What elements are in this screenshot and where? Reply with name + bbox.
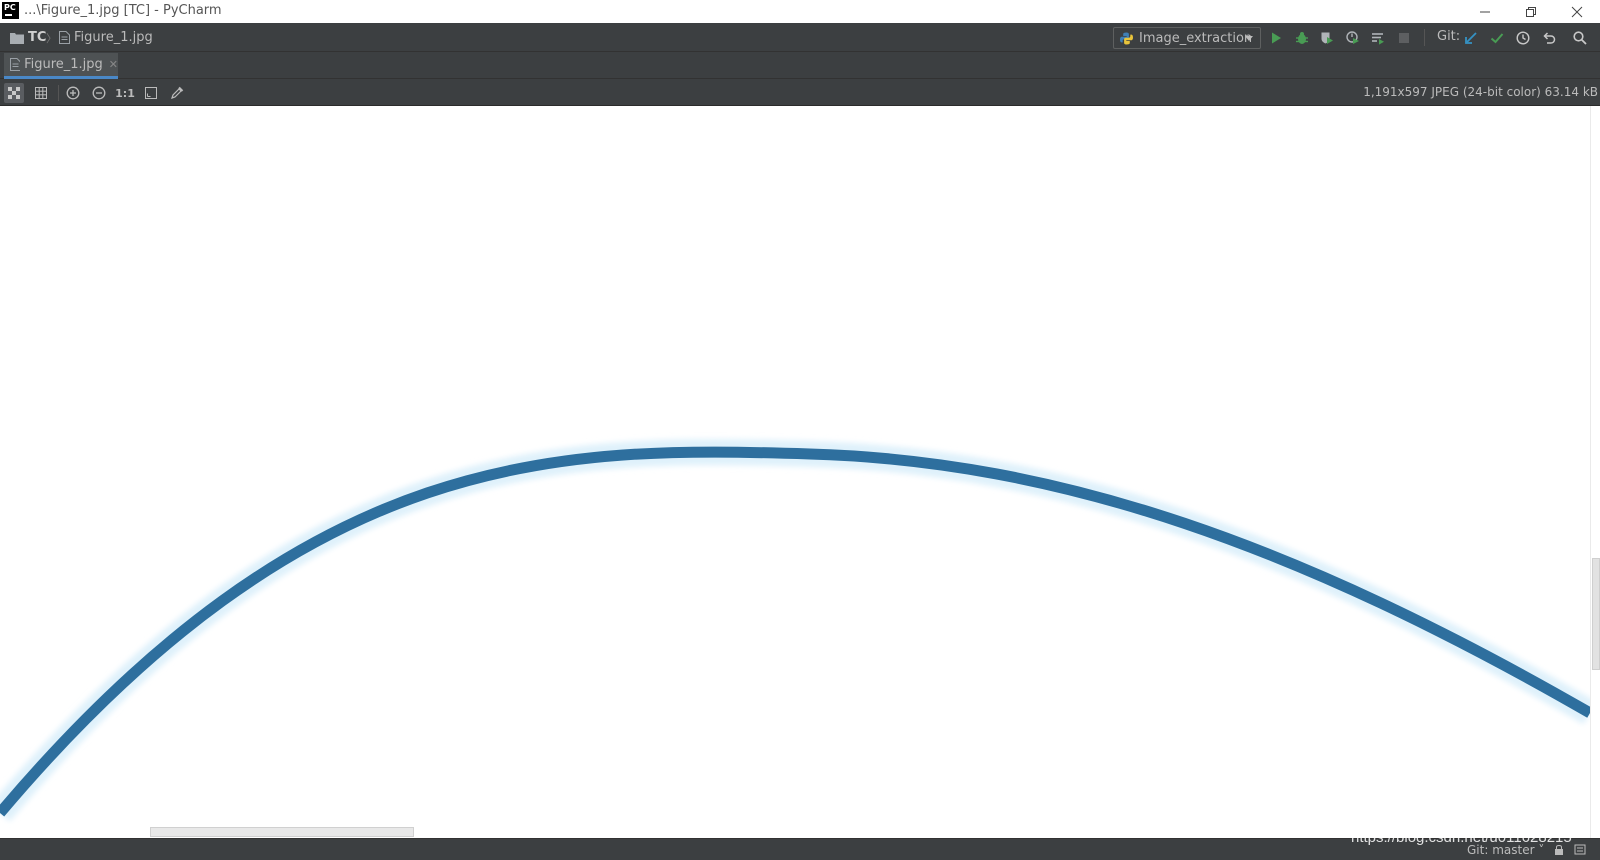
breadcrumb-separator-icon: 〉 (46, 32, 57, 45)
update-arrow-icon (1465, 32, 1477, 44)
vertical-scrollbar[interactable] (1590, 106, 1600, 838)
chessboard-icon (8, 87, 20, 99)
image-info: 1,191x597 JPEG (24-bit color) 63.14 kB (1363, 85, 1598, 99)
image-file-icon (10, 58, 21, 71)
toggle-chessboard-button[interactable] (4, 83, 24, 103)
tab-figure-1-jpg[interactable]: Figure_1.jpg ✕ (4, 53, 118, 79)
git-commit-button[interactable] (1488, 29, 1506, 47)
tab-label: Figure_1.jpg (24, 57, 103, 72)
profiler-icon (1346, 31, 1359, 44)
close-window-button[interactable] (1554, 0, 1600, 23)
eyedropper-icon (171, 86, 184, 99)
run-configuration-label: Image_extraction (1139, 30, 1253, 46)
curve-halo (0, 439, 1590, 822)
stop-icon (1399, 33, 1409, 43)
pycharm-logo-icon: PC (2, 2, 19, 19)
zoom-in-button[interactable] (63, 83, 83, 103)
breadcrumb-file[interactable]: Figure_1.jpg (59, 23, 153, 52)
file-name: Figure_1.jpg (74, 30, 153, 45)
event-log-icon[interactable] (1574, 844, 1586, 855)
close-tab-icon[interactable]: ✕ (109, 58, 118, 71)
toggle-grid-button[interactable] (31, 83, 51, 103)
toolbar-separator (1424, 29, 1425, 46)
watermark: https://blog.csdn.net/u011628215 (1351, 829, 1572, 846)
restore-button[interactable] (1508, 0, 1554, 23)
image-viewer-canvas[interactable] (0, 106, 1590, 838)
actual-size-label: 1:1 (115, 86, 135, 100)
fit-window-icon (145, 87, 157, 99)
git-label: Git: (1437, 29, 1461, 44)
undo-icon (1543, 32, 1556, 44)
navigation-bar: TC 〉 Figure_1.jpg Image_extraction Git: (0, 23, 1600, 52)
zoom-out-button[interactable] (89, 83, 109, 103)
grid-icon (35, 87, 47, 99)
editor-tab-strip: Figure_1.jpg ✕ (0, 53, 1600, 79)
project-name: TC (28, 30, 47, 45)
python-icon (1120, 32, 1133, 44)
git-rollback-button[interactable] (1540, 29, 1558, 47)
clock-icon (1516, 31, 1530, 45)
run-button[interactable] (1267, 29, 1285, 47)
plot-curve (0, 446, 1590, 817)
search-icon (1573, 31, 1587, 45)
debug-bug-icon (1296, 32, 1308, 44)
logo-text: PC (4, 3, 16, 12)
color-picker-button[interactable] (167, 83, 187, 103)
fit-zoom-to-window-button[interactable] (141, 83, 161, 103)
debug-button[interactable] (1293, 29, 1311, 47)
file-icon (59, 31, 70, 44)
chevron-down-icon (1245, 36, 1253, 41)
vertical-scrollbar-thumb[interactable] (1592, 558, 1600, 670)
run-configuration-dropdown[interactable]: Image_extraction (1113, 27, 1261, 49)
git-update-button[interactable] (1462, 29, 1480, 47)
minimize-button[interactable] (1462, 0, 1508, 23)
profile-button[interactable] (1344, 29, 1362, 47)
horizontal-scrollbar-thumb[interactable] (150, 827, 414, 837)
stop-button[interactable] (1395, 29, 1413, 47)
checkmark-icon (1490, 33, 1504, 44)
concurrency-icon (1372, 33, 1384, 45)
run-concurrency-diagram-button[interactable] (1369, 29, 1387, 47)
zoom-in-icon (66, 86, 80, 100)
image-content (0, 439, 1590, 822)
breadcrumb-project[interactable]: TC (10, 23, 46, 52)
restore-icon (1526, 6, 1536, 17)
close-icon (1571, 6, 1583, 17)
actual-size-button[interactable]: 1:1 (115, 83, 135, 103)
run-icon (1272, 32, 1281, 44)
minimize-icon (1480, 11, 1490, 12)
image-editor-toolbar: 1:1 1,191x597 JPEG (24-bit color) 63.14 … (0, 79, 1600, 106)
window-title: ...\Figure_1.jpg [TC] - PyCharm (24, 3, 222, 18)
run-with-coverage-button[interactable] (1318, 29, 1336, 47)
zoom-out-icon (92, 86, 106, 100)
toolbar-separator (58, 85, 59, 101)
coverage-shield-icon (1321, 32, 1333, 44)
search-everywhere-button[interactable] (1571, 29, 1589, 47)
pycharm-window: PC ...\Figure_1.jpg [TC] - PyCharm TC 〉 … (0, 0, 1600, 860)
title-bar: PC ...\Figure_1.jpg [TC] - PyCharm (0, 0, 1600, 23)
git-history-button[interactable] (1514, 29, 1532, 47)
folder-icon (10, 32, 24, 44)
